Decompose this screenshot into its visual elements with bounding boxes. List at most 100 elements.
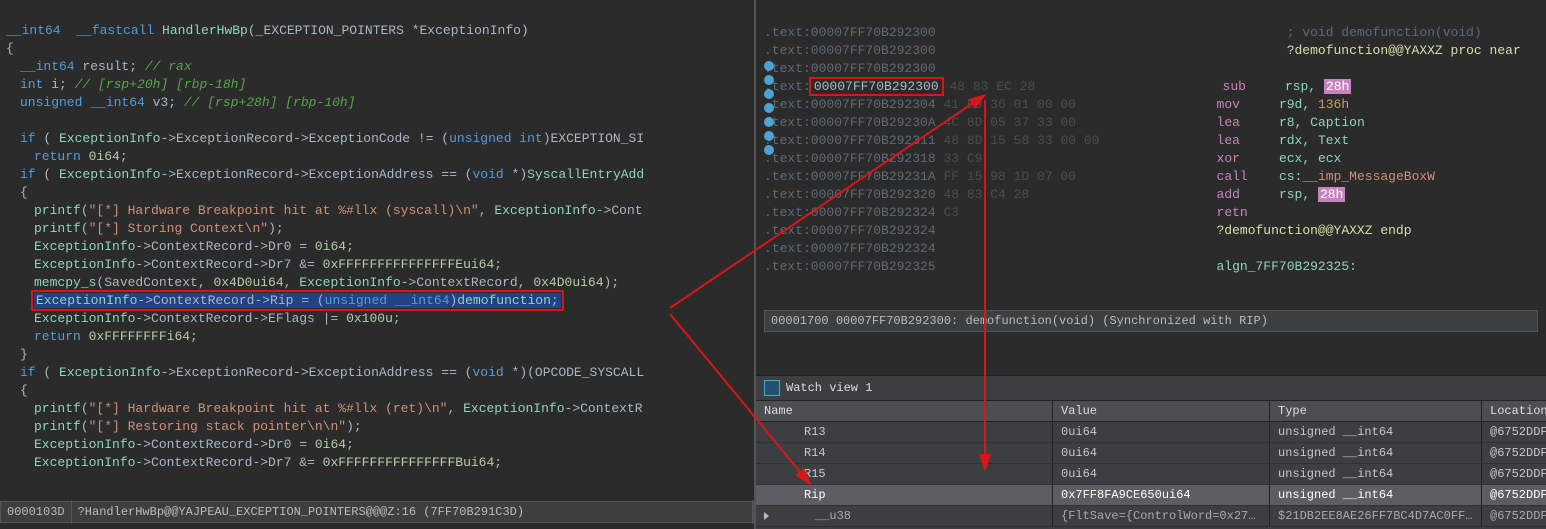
endp: ?demofunction@@YAXXZ endp <box>1217 223 1412 238</box>
watch-name: R14 <box>764 446 826 460</box>
cmt-i: // [rsp+20h] [rbp-18h] <box>75 77 247 92</box>
watch-icon <box>764 380 780 396</box>
addr-13: .text:00007FF70B292325 <box>764 259 936 274</box>
ops-sub: rsp, <box>1285 79 1324 94</box>
col-location[interactable]: Location <box>1482 401 1546 421</box>
status-sym: ?HandlerHwBp@@YAJPEAU_EXCEPTION_POINTERS… <box>72 500 753 524</box>
mnm-lea2: lea <box>1217 133 1240 148</box>
boxed-addr: 00007FF70B292300 <box>811 79 942 94</box>
watch-value: 0x7FF8FA9CE650ui64 <box>1053 485 1270 505</box>
watch-type: unsigned __int64 <box>1270 464 1482 484</box>
ops-add: rsp, <box>1279 187 1318 202</box>
watch-value: 0ui64 <box>1053 422 1270 442</box>
bp-dot-icon[interactable] <box>764 75 774 85</box>
addr-2: .text:00007FF70B292300 <box>764 61 936 76</box>
mnm-xor: xor <box>1217 151 1240 166</box>
sd-off: 00001700 <box>771 314 829 328</box>
sd-fn: demofunction(void) <box>965 314 1095 328</box>
expand-icon[interactable] <box>764 512 769 520</box>
watch-name: __u38 <box>775 509 851 523</box>
bp-dot-icon[interactable] <box>764 61 774 71</box>
watch-panel[interactable]: Watch view 1 Name Value Type Location R1… <box>756 375 1546 529</box>
watch-row[interactable]: __u38{FltSave={ControlWord=0x27…$21DB2EE… <box>756 506 1546 527</box>
sd-sync: (Synchronized with RIP) <box>1102 314 1268 328</box>
ops-mov: r9d, <box>1279 97 1318 112</box>
addr-1: .text:00007FF70B292300 <box>764 43 936 58</box>
watch-type: unsigned __int64 <box>1270 422 1482 442</box>
watch-type: $21DB2EE8AE26FF7BC4D7AC0FF… <box>1270 506 1482 526</box>
str-hwbp-ret: "[*] Hardware Breakpoint hit at %#llx (r… <box>89 401 448 416</box>
algn: algn_7FF70B292325: <box>1217 259 1357 274</box>
hex-7: 33 C9 <box>943 151 982 166</box>
watch-value: 0ui64 <box>1053 443 1270 463</box>
ops-lea1: r8, Caption <box>1279 115 1365 130</box>
watch-name: R15 <box>764 467 826 481</box>
hex-3: 48 83 EC 28 <box>949 79 1035 94</box>
sd-addr: 00007FF70B292300 <box>836 314 951 328</box>
ops-xor: ecx, ecx <box>1279 151 1341 166</box>
addr-7: .text:00007FF70B292318 <box>764 151 936 166</box>
watch-name: R13 <box>764 425 826 439</box>
watch-type: unsigned __int64 <box>1270 443 1482 463</box>
status-bar-disasm: 00001700 00007FF70B292300: demofunction(… <box>764 310 1538 332</box>
addr-10: .text:00007FF70B292324 <box>764 205 936 220</box>
mnm-sub: sub <box>1223 79 1246 94</box>
imm-add: 28h <box>1318 187 1345 202</box>
addr-9: .text:00007FF70B292320 <box>764 187 936 202</box>
fn-name: HandlerHwBp <box>162 23 248 38</box>
watch-row[interactable]: R14 0ui64unsigned __int64@6752DDF128 <box>756 443 1546 464</box>
mnm-lea1: lea <box>1217 115 1240 130</box>
str-hwbp-syscall: "[*] Hardware Breakpoint hit at %#llx (s… <box>89 203 479 218</box>
watch-loc: @6752DDF128 <box>1482 443 1546 463</box>
hex-6: 48 8D 15 58 33 00 00 <box>943 133 1099 148</box>
rip-assign-line[interactable]: ExceptionInfo->ContextRecord->Rip = (uns… <box>34 293 561 308</box>
ops-lea2: rdx, Text <box>1279 133 1349 148</box>
bp-dot-icon[interactable] <box>764 145 774 155</box>
hex-5: 4C 8D 05 37 33 00 <box>943 115 1076 130</box>
mnm-mov: mov <box>1217 97 1240 112</box>
mnm-call: call <box>1217 169 1248 184</box>
status-bar-decomp: 0000103D ?HandlerHwBp@@YAJPEAU_EXCEPTION… <box>0 501 754 523</box>
proc-near: ?demofunction@@YAXXZ proc near <box>1287 43 1521 58</box>
watch-title-text: Watch view 1 <box>786 381 872 395</box>
decompilation-pane[interactable]: __int64 __fastcall HandlerHwBp(_EXCEPTIO… <box>0 0 756 529</box>
watch-row[interactable]: Rip0x7FF8FA9CE650ui64unsigned __int64@67… <box>756 485 1546 506</box>
fn-args: (_EXCEPTION_POINTERS *ExceptionInfo) <box>248 23 529 38</box>
disasm-gutter <box>760 6 778 159</box>
watch-row[interactable]: R13 0ui64unsigned __int64@6752DDF120 <box>756 422 1546 443</box>
watch-loc: @6752DDF140 <box>1482 506 1546 526</box>
col-type[interactable]: Type <box>1270 401 1482 421</box>
mnm-add: add <box>1217 187 1240 202</box>
disasm-code[interactable]: .text:00007FF70B292300 ; void demofuncti… <box>756 0 1546 300</box>
col-value[interactable]: Value <box>1053 401 1270 421</box>
bp-dot-icon[interactable] <box>764 89 774 99</box>
cmt-rax: // rax <box>145 59 192 74</box>
bp-dot-icon[interactable] <box>764 103 774 113</box>
bp-dot-icon[interactable] <box>764 117 774 127</box>
watch-loc: @6752DDF138 <box>1482 485 1546 505</box>
addr-6: .text:00007FF70B292311 <box>764 133 936 148</box>
str-restoring: "[*] Restoring stack pointer\n\n" <box>89 419 346 434</box>
addr-12: .text:00007FF70B292324 <box>764 241 936 256</box>
hex-4: 41 B9 36 01 00 00 <box>943 97 1076 112</box>
addr-4: .text:00007FF70B292304 <box>764 97 936 112</box>
hex-10: C3 <box>943 205 959 220</box>
imm-mov: 136h <box>1318 97 1349 112</box>
watch-loc: @6752DDF120 <box>1482 422 1546 442</box>
hex-8: FF 15 98 1D 07 00 <box>943 169 1076 184</box>
addr-0: .text:00007FF70B292300 <box>764 25 936 40</box>
status-offset: 0000103D <box>1 500 72 524</box>
watch-type: unsigned __int64 <box>1270 485 1482 505</box>
watch-value: 0ui64 <box>1053 464 1270 484</box>
watch-row[interactable]: R150ui64unsigned __int64@6752DDF130 <box>756 464 1546 485</box>
mnm-retn: retn <box>1217 205 1248 220</box>
bp-dot-icon[interactable] <box>764 131 774 141</box>
hex-9: 48 83 C4 28 <box>943 187 1029 202</box>
watch-title: Watch view 1 <box>756 376 1546 400</box>
watch-header[interactable]: Name Value Type Location <box>756 400 1546 422</box>
col-name[interactable]: Name <box>756 401 1053 421</box>
str-storing: "[*] Storing Context\n" <box>89 221 268 236</box>
decomp-code[interactable]: __int64 __fastcall HandlerHwBp(_EXCEPTIO… <box>0 0 754 494</box>
call-sym: __imp_MessageBoxW <box>1302 169 1435 184</box>
addr-11: .text:00007FF70B292324 <box>764 223 936 238</box>
